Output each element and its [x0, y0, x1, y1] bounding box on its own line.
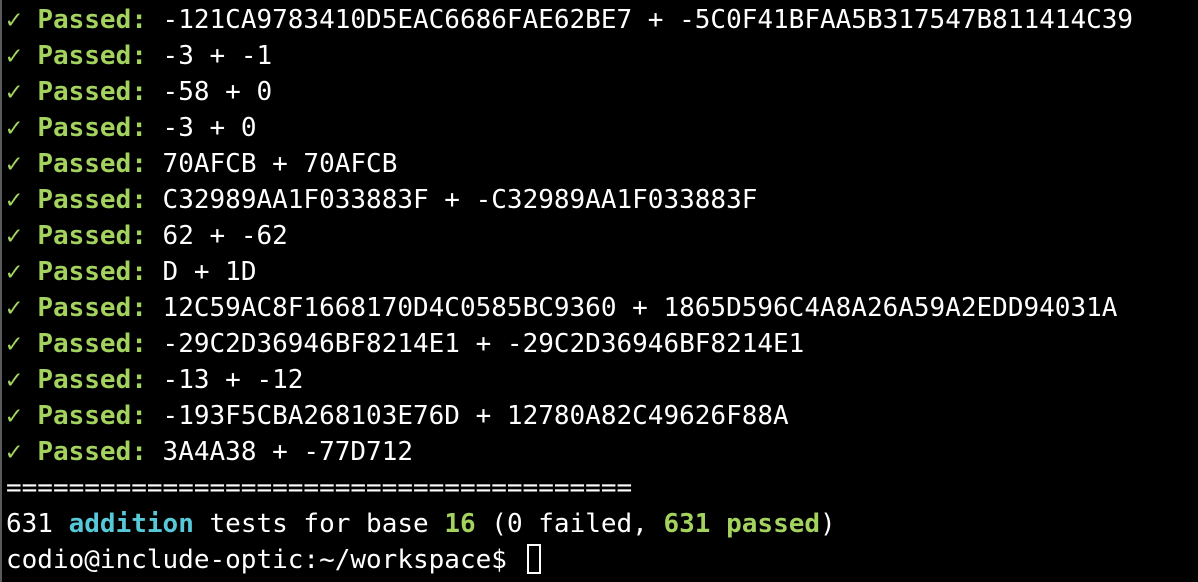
test-expression: -29C2D36946BF8214E1 + -29C2D36946BF8214E…: [162, 329, 805, 359]
passed-label: Passed:: [37, 437, 147, 467]
summary-failed: (0 failed,: [491, 509, 648, 539]
passed-label: Passed:: [37, 113, 147, 143]
shell-prompt: codio@include-optic:~/workspace$: [6, 545, 507, 575]
passed-label: Passed:: [37, 149, 147, 179]
test-result-line: ✓ Passed: -3 + -1: [6, 38, 1198, 74]
test-expression: -193F5CBA268103E76D + 12780A82C49626F88A: [162, 401, 789, 431]
test-expression: 3A4A38 + -77D712: [162, 437, 413, 467]
test-result-line: ✓ Passed: -13 + -12: [6, 362, 1198, 398]
checkmark-icon: ✓: [6, 293, 22, 323]
passed-label: Passed:: [37, 293, 147, 323]
checkmark-icon: ✓: [6, 113, 22, 143]
test-result-line: ✓ Passed: -193F5CBA268103E76D + 12780A82…: [6, 398, 1198, 434]
test-result-line: ✓ Passed: -121CA9783410D5EAC6686FAE62BE7…: [6, 2, 1198, 38]
terminal-window[interactable]: ✓ Passed: -121CA9783410D5EAC6686FAE62BE7…: [0, 0, 1198, 582]
summary-base: 16: [444, 509, 476, 539]
terminal-cursor[interactable]: [526, 543, 541, 574]
prompt-line[interactable]: codio@include-optic:~/workspace$: [6, 542, 1198, 578]
test-result-line: ✓ Passed: C32989AA1F033883F + -C32989AA1…: [6, 182, 1198, 218]
summary-line: 631 addition tests for base 16 (0 failed…: [6, 506, 1198, 542]
test-expression: C32989AA1F033883F + -C32989AA1F033883F: [162, 185, 758, 215]
test-result-line: ✓ Passed: 3A4A38 + -77D712: [6, 434, 1198, 470]
summary-close-paren: ): [820, 509, 836, 539]
summary-count: 631: [6, 509, 53, 539]
test-expression: -121CA9783410D5EAC6686FAE62BE7 + -5C0F41…: [162, 5, 1134, 35]
summary-passed: 631 passed: [663, 509, 821, 539]
checkmark-icon: ✓: [6, 149, 22, 179]
test-expression: -3 + 0: [162, 113, 257, 143]
test-result-line: ✓ Passed: 70AFCB + 70AFCB: [6, 146, 1198, 182]
test-result-line: ✓ Passed: -3 + 0: [6, 110, 1198, 146]
passed-label: Passed:: [37, 257, 147, 287]
checkmark-icon: ✓: [6, 401, 22, 431]
test-expression: 70AFCB + 70AFCB: [162, 149, 398, 179]
checkmark-icon: ✓: [6, 5, 22, 35]
separator-line: ========================================: [6, 473, 633, 503]
test-result-line: ✓ Passed: 12C59AC8F1668170D4C0585BC9360 …: [6, 290, 1198, 326]
checkmark-icon: ✓: [6, 41, 22, 71]
test-results-list: ✓ Passed: -121CA9783410D5EAC6686FAE62BE7…: [6, 2, 1198, 470]
test-result-line: ✓ Passed: -29C2D36946BF8214E1 + -29C2D36…: [6, 326, 1198, 362]
passed-label: Passed:: [37, 5, 147, 35]
summary-tests-for-base: tests for base: [209, 509, 429, 539]
checkmark-icon: ✓: [6, 77, 22, 107]
passed-label: Passed:: [37, 401, 147, 431]
checkmark-icon: ✓: [6, 329, 22, 359]
checkmark-icon: ✓: [6, 365, 22, 395]
checkmark-icon: ✓: [6, 221, 22, 251]
test-expression: -58 + 0: [162, 77, 273, 107]
passed-label: Passed:: [37, 41, 147, 71]
test-result-line: ✓ Passed: -58 + 0: [6, 74, 1198, 110]
passed-label: Passed:: [37, 185, 147, 215]
passed-label: Passed:: [37, 329, 147, 359]
checkmark-icon: ✓: [6, 437, 22, 467]
test-result-line: ✓ Passed: 62 + -62: [6, 218, 1198, 254]
test-expression: -3 + -1: [162, 41, 273, 71]
checkmark-icon: ✓: [6, 185, 22, 215]
summary-operation: addition: [68, 509, 194, 539]
test-result-line: ✓ Passed: D + 1D: [6, 254, 1198, 290]
test-expression: 62 + -62: [162, 221, 288, 251]
passed-label: Passed:: [37, 221, 147, 251]
passed-label: Passed:: [37, 365, 147, 395]
test-expression: D + 1D: [162, 257, 257, 287]
test-expression: -13 + -12: [162, 365, 304, 395]
passed-label: Passed:: [37, 77, 147, 107]
test-expression: 12C59AC8F1668170D4C0585BC9360 + 1865D596…: [162, 293, 1118, 323]
checkmark-icon: ✓: [6, 257, 22, 287]
